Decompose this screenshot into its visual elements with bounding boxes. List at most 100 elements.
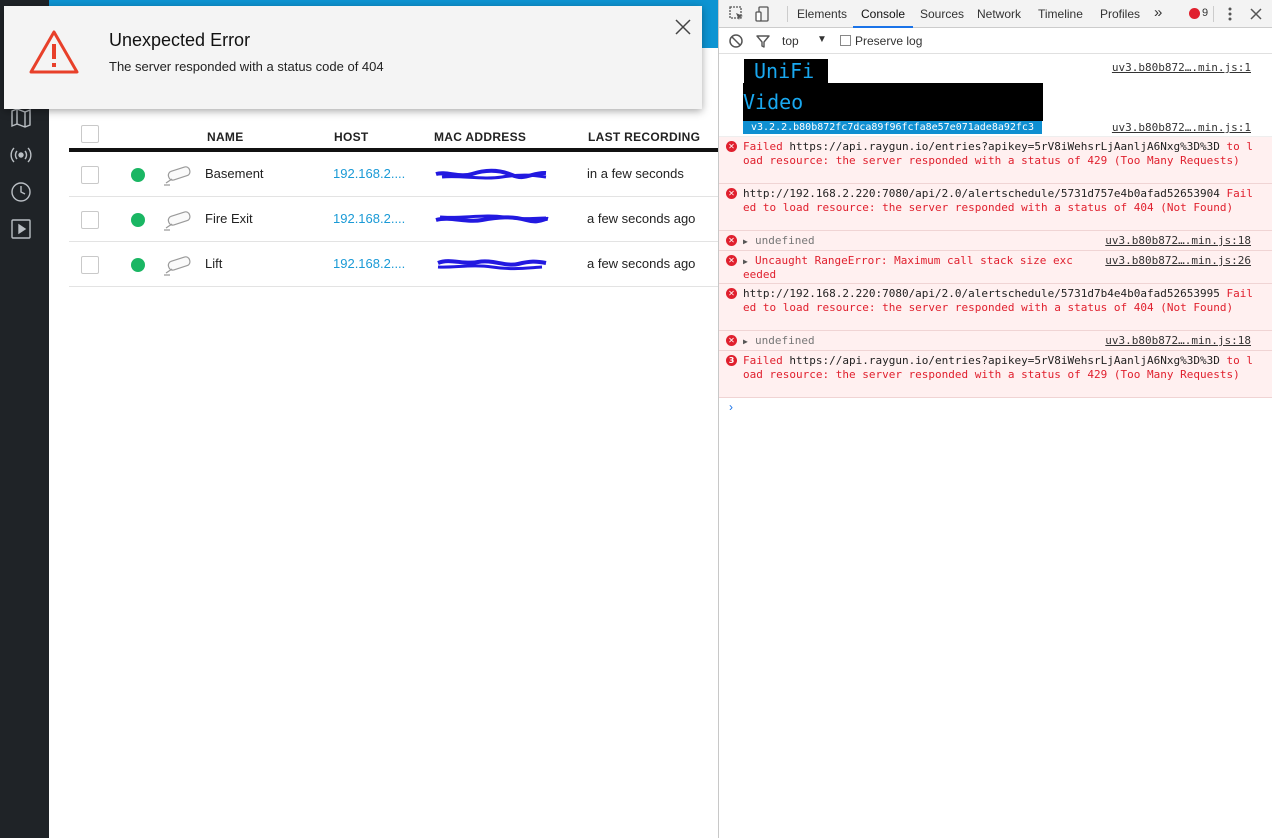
source-link[interactable]: uv3.b80b872….min.js:18 [1105,234,1251,248]
error-text: http://192.168.2.220:7080/api/2.0/alerts… [743,187,1253,214]
last-recording: in a few seconds [587,166,684,181]
clear-console-icon[interactable] [727,32,745,50]
camera-name: Basement [205,166,264,181]
devtools-toolbar: Elements Console Sources Network Timelin… [719,0,1272,28]
error-message: The server responded with a status code … [109,59,384,74]
source-link[interactable]: uv3.b80b872….min.js:18 [1105,334,1251,348]
camera-table: NAME HOST MAC ADDRESS LAST RECORDING Bas… [69,120,718,287]
error-text: Failed https://api.raygun.io/entries?api… [743,354,1253,381]
console-prompt[interactable]: › [729,400,733,414]
row-checkbox[interactable] [81,256,99,274]
banner-version: v3.2.2.b80b872fc7dca89f96fcfa8e57e071ade… [743,121,1042,134]
console-output: UniFi Video v3.2.2.b80b872fc7dca89f96fcf… [719,55,1272,414]
error-icon: ✕ [726,235,737,246]
toolbar-separator [1213,6,1214,22]
camera-host-link[interactable]: 192.168.2.... [333,256,405,271]
header-host[interactable]: HOST [334,130,369,144]
tab-network[interactable]: Network [977,7,1021,21]
tab-sources[interactable]: Sources [920,7,964,21]
camera-host-link[interactable]: 192.168.2.... [333,166,405,181]
console-error: 3 Failed https://api.raygun.io/entries?a… [719,351,1272,398]
redacted-mac-address [437,259,547,271]
banner-video: Video [743,83,1043,121]
error-icon: ✕ [726,255,737,266]
last-recording: a few seconds ago [587,256,696,271]
sidebar [0,0,49,838]
broadcast-icon[interactable] [9,143,33,167]
error-icon: ✕ [726,288,737,299]
console-filter-bar: top ▼ Preserve log [719,28,1272,54]
header-last-recording[interactable]: LAST RECORDING [588,130,700,144]
table-row[interactable]: Basement 192.168.2.... in a few seconds [69,152,718,197]
camera-host-link[interactable]: 192.168.2.... [333,211,405,226]
error-icon: ✕ [726,188,737,199]
expand-triangle-icon[interactable]: ▶ [743,335,748,349]
repeat-count-badge: 3 [726,355,737,366]
kebab-menu-icon[interactable] [1221,5,1239,23]
error-icon: ✕ [726,141,737,152]
map-icon[interactable] [9,106,33,130]
chevron-down-icon[interactable]: ▼ [817,34,827,45]
select-all-checkbox[interactable] [81,125,99,143]
console-error[interactable]: ✕ ▶ undefined uv3.b80b872….min.js:18 [719,231,1272,251]
status-online-dot [131,258,145,272]
error-url[interactable]: http://192.168.2.220:7080/api/2.0/alerts… [743,187,1220,200]
error-text: Uncaught RangeError: Maximum call stack … [743,254,1073,281]
table-header: NAME HOST MAC ADDRESS LAST RECORDING [69,120,718,152]
close-icon[interactable] [672,16,694,38]
header-name[interactable]: NAME [207,130,244,144]
source-link[interactable]: uv3.b80b872….min.js:26 [1105,254,1251,268]
tab-timeline[interactable]: Timeline [1038,7,1083,21]
camera-name: Fire Exit [205,211,253,226]
camera-icon [164,211,191,231]
undefined-value: undefined [755,234,815,247]
expand-triangle-icon[interactable]: ▶ [743,235,748,249]
console-error[interactable]: ✕ ▶ Uncaught RangeError: Maximum call st… [719,251,1272,284]
tab-console[interactable]: Console [861,7,905,21]
banner-unifi: UniFi [744,59,829,83]
source-link[interactable]: uv3.b80b872….min.js:1 [1112,121,1251,135]
clock-icon[interactable] [9,180,33,204]
warning-icon [29,30,79,74]
play-icon[interactable] [9,217,33,241]
error-text: Failed https://api.raygun.io/entries?api… [743,140,1253,167]
error-dialog: Unexpected Error The server responded wi… [4,6,702,109]
redacted-mac-address [435,214,549,224]
error-count[interactable]: 9 [1202,7,1208,19]
row-checkbox[interactable] [81,166,99,184]
error-text: http://192.168.2.220:7080/api/2.0/alerts… [743,287,1253,314]
tab-profiles[interactable]: Profiles [1100,7,1140,21]
camera-name: Lift [205,256,223,271]
console-error: ✕ http://192.168.2.220:7080/api/2.0/aler… [719,284,1272,331]
console-error[interactable]: ✕ ▶ undefined uv3.b80b872….min.js:18 [719,331,1272,351]
filter-icon[interactable] [754,32,772,50]
preserve-log-checkbox[interactable] [840,35,851,46]
header-mac[interactable]: MAC ADDRESS [434,130,526,144]
undefined-value: undefined [755,334,815,347]
console-error: ✕ Failed https://api.raygun.io/entries?a… [719,137,1272,184]
inspect-element-icon[interactable] [728,5,746,23]
camera-icon [164,166,191,186]
last-recording: a few seconds ago [587,211,696,226]
device-mode-icon[interactable] [754,5,772,23]
error-url[interactable]: http://192.168.2.220:7080/api/2.0/alerts… [743,287,1220,300]
status-online-dot [131,168,145,182]
camera-icon [164,256,191,276]
row-checkbox[interactable] [81,211,99,229]
error-url[interactable]: https://api.raygun.io/entries?apikey=5rV… [789,354,1219,367]
table-row[interactable]: Fire Exit 192.168.2.... a few seconds ag… [69,197,718,242]
error-count-icon[interactable] [1189,8,1200,19]
error-url[interactable]: https://api.raygun.io/entries?apikey=5rV… [789,140,1219,153]
error-title: Unexpected Error [109,30,251,50]
console-log-banner: UniFi Video v3.2.2.b80b872fc7dca89f96fcf… [719,55,1272,137]
more-tabs-icon[interactable]: » [1154,4,1162,21]
close-devtools-icon[interactable] [1247,5,1265,23]
preserve-log-label[interactable]: Preserve log [855,34,922,48]
source-link[interactable]: uv3.b80b872….min.js:1 [1112,61,1251,75]
devtools-panel: Elements Console Sources Network Timelin… [718,0,1272,838]
tab-elements[interactable]: Elements [797,7,847,21]
unifi-video-app: NAME HOST MAC ADDRESS LAST RECORDING Bas… [0,0,718,838]
console-error: ✕ http://192.168.2.220:7080/api/2.0/aler… [719,184,1272,231]
context-selector[interactable]: top [782,34,799,48]
table-row[interactable]: Lift 192.168.2.... a few seconds ago [69,242,718,287]
